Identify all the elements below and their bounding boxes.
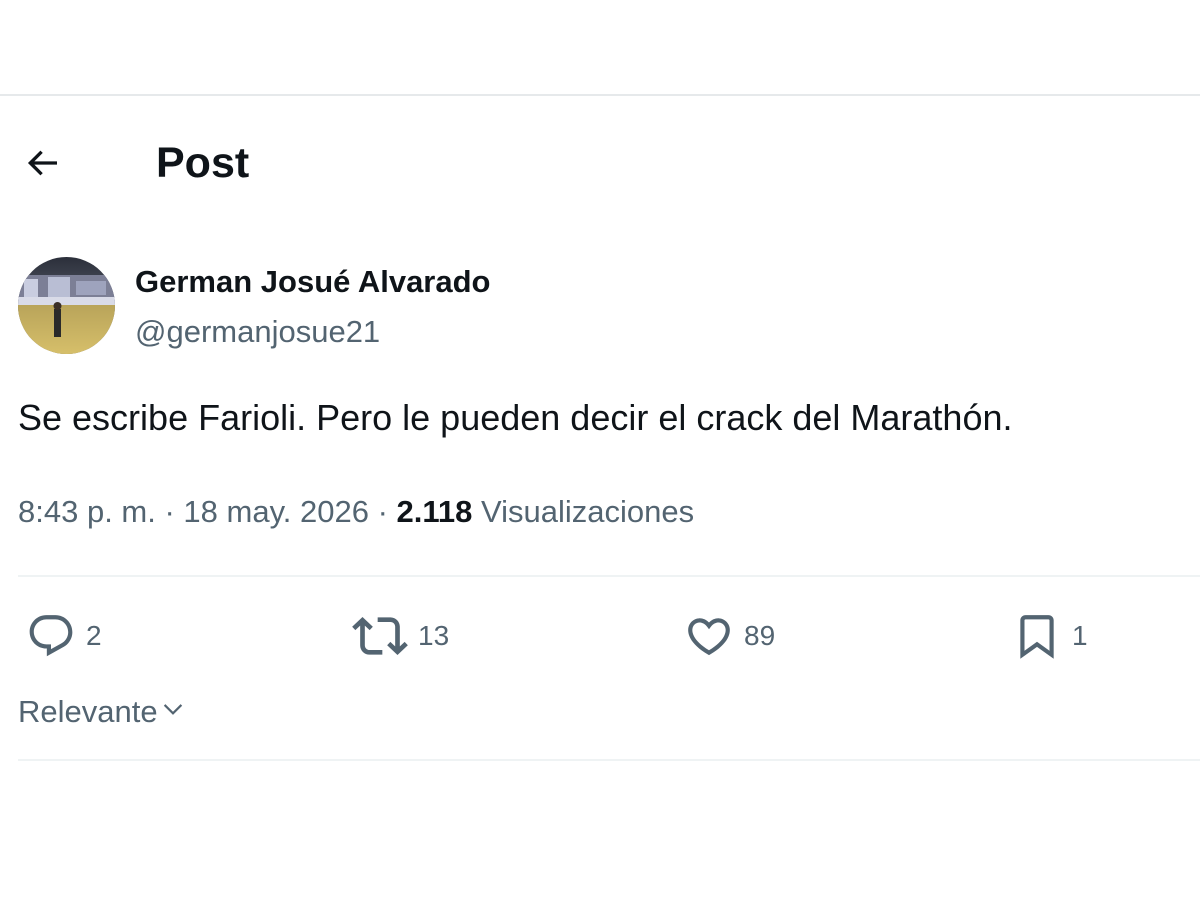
divider (18, 575, 1200, 577)
post-date[interactable]: 18 may. 2026 (183, 494, 369, 529)
post-page: Post German Josué Alvarado @germanjosue2… (0, 0, 1200, 900)
post-time[interactable]: 8:43 p. m. (18, 494, 156, 529)
views-count: 2.118 (396, 494, 473, 529)
repost-icon (352, 608, 408, 664)
like-count: 89 (744, 620, 776, 651)
author-display-name[interactable]: German Josué Alvarado (135, 262, 491, 302)
reply-button[interactable]: 2 (26, 605, 102, 667)
post-text: Se escribe Farioli. Pero le pueden decir… (18, 397, 1013, 438)
post-header: Post (0, 125, 1200, 205)
divider (18, 759, 1200, 761)
heart-icon (684, 611, 734, 661)
reply-sort-dropdown[interactable]: Relevante (18, 690, 186, 734)
reply-count: 2 (86, 620, 102, 651)
avatar[interactable] (18, 257, 115, 354)
bookmark-count: 1 (1072, 620, 1088, 651)
top-divider (0, 94, 1200, 96)
bookmark-button[interactable]: 1 (1012, 605, 1088, 667)
bookmark-icon (1012, 611, 1062, 661)
chevron-down-icon (160, 690, 186, 734)
back-button[interactable] (18, 141, 66, 189)
page-title: Post (156, 139, 250, 187)
reply-icon (26, 611, 76, 661)
meta-separator: · (368, 494, 397, 529)
meta-separator: · (155, 494, 184, 529)
post-actions: 2 13 89 1 (0, 605, 1200, 667)
repost-button[interactable]: 13 (352, 605, 449, 667)
post-meta: 8:43 p. m. · 18 may. 2026 · 2.118 Visual… (18, 490, 694, 534)
sort-label: Relevante (18, 694, 158, 729)
repost-count: 13 (418, 620, 450, 651)
post-author: German Josué Alvarado @germanjosue21 (18, 255, 918, 355)
arrow-left-icon (22, 143, 62, 188)
views-label: Visualizaciones (481, 494, 695, 529)
like-button[interactable]: 89 (684, 605, 775, 667)
author-handle[interactable]: @germanjosue21 (135, 312, 380, 352)
